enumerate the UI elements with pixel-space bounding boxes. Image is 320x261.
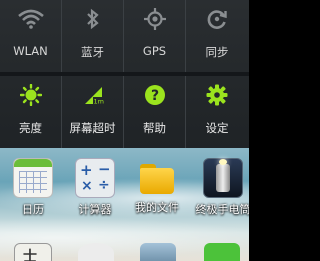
settings-icon	[206, 84, 228, 106]
app-label: 我的文件	[135, 201, 179, 214]
quick-settings-panel: WLAN 蓝牙 GPS 同步 亮度 1m 屏幕超时 ? 帮助 设定	[0, 0, 249, 148]
help-button[interactable]: ? 帮助	[124, 76, 186, 148]
sync-icon	[206, 8, 228, 30]
settings-button[interactable]: 设定	[186, 76, 248, 148]
home-screen: 日历 + − × ÷ 计算器 我的文件 终极手电筒 士	[0, 148, 249, 261]
app-label: 终极手电筒	[195, 203, 250, 216]
button-label: 帮助	[143, 121, 166, 135]
svg-text:?: ?	[150, 88, 158, 104]
folder-icon	[138, 158, 176, 196]
wifi-icon	[17, 8, 44, 30]
flashlight-icon	[203, 158, 243, 198]
brightness-icon	[19, 84, 42, 106]
app-calendar[interactable]: 日历	[2, 158, 64, 217]
toggle-label: WLAN	[13, 44, 48, 58]
app-calculator[interactable]: + − × ÷ 计算器	[64, 158, 126, 217]
toggle-sync[interactable]: 同步	[186, 0, 248, 72]
gps-icon	[143, 8, 166, 30]
brightness-button[interactable]: 亮度	[0, 76, 62, 148]
app-icon-partial[interactable]: 士	[14, 243, 52, 261]
bluetooth-icon	[86, 8, 100, 30]
app-flashlight[interactable]: 终极手电筒	[192, 158, 249, 217]
toggle-wlan[interactable]: WLAN	[0, 0, 62, 72]
button-label: 亮度	[19, 121, 42, 135]
app-label: 日历	[22, 203, 44, 216]
button-label: 屏幕超时	[69, 121, 116, 135]
toggle-label: GPS	[142, 44, 167, 58]
button-label: 设定	[205, 121, 229, 135]
screen-timeout-icon: 1m	[82, 84, 104, 106]
dock-row-partial: 士	[0, 243, 249, 261]
quick-settings-row-2: 亮度 1m 屏幕超时 ? 帮助 设定	[0, 76, 249, 148]
toggle-label: 蓝牙	[81, 45, 104, 59]
toggle-label: 同步	[205, 45, 229, 59]
calculator-icon: + − × ÷	[75, 158, 115, 198]
app-my-files[interactable]: 我的文件	[126, 158, 188, 215]
quick-settings-row-1: WLAN 蓝牙 GPS 同步	[0, 0, 249, 72]
app-icon-partial[interactable]	[140, 243, 176, 261]
toggle-gps[interactable]: GPS	[124, 0, 186, 72]
help-icon: ?	[144, 84, 166, 106]
screen-timeout-button[interactable]: 1m 屏幕超时	[62, 76, 124, 148]
app-icon-partial[interactable]	[204, 243, 240, 261]
app-label: 计算器	[78, 203, 112, 216]
calendar-icon	[13, 158, 53, 198]
app-icon-partial[interactable]	[78, 243, 114, 261]
svg-text:1m: 1m	[93, 98, 103, 106]
toggle-bluetooth[interactable]: 蓝牙	[62, 0, 124, 72]
